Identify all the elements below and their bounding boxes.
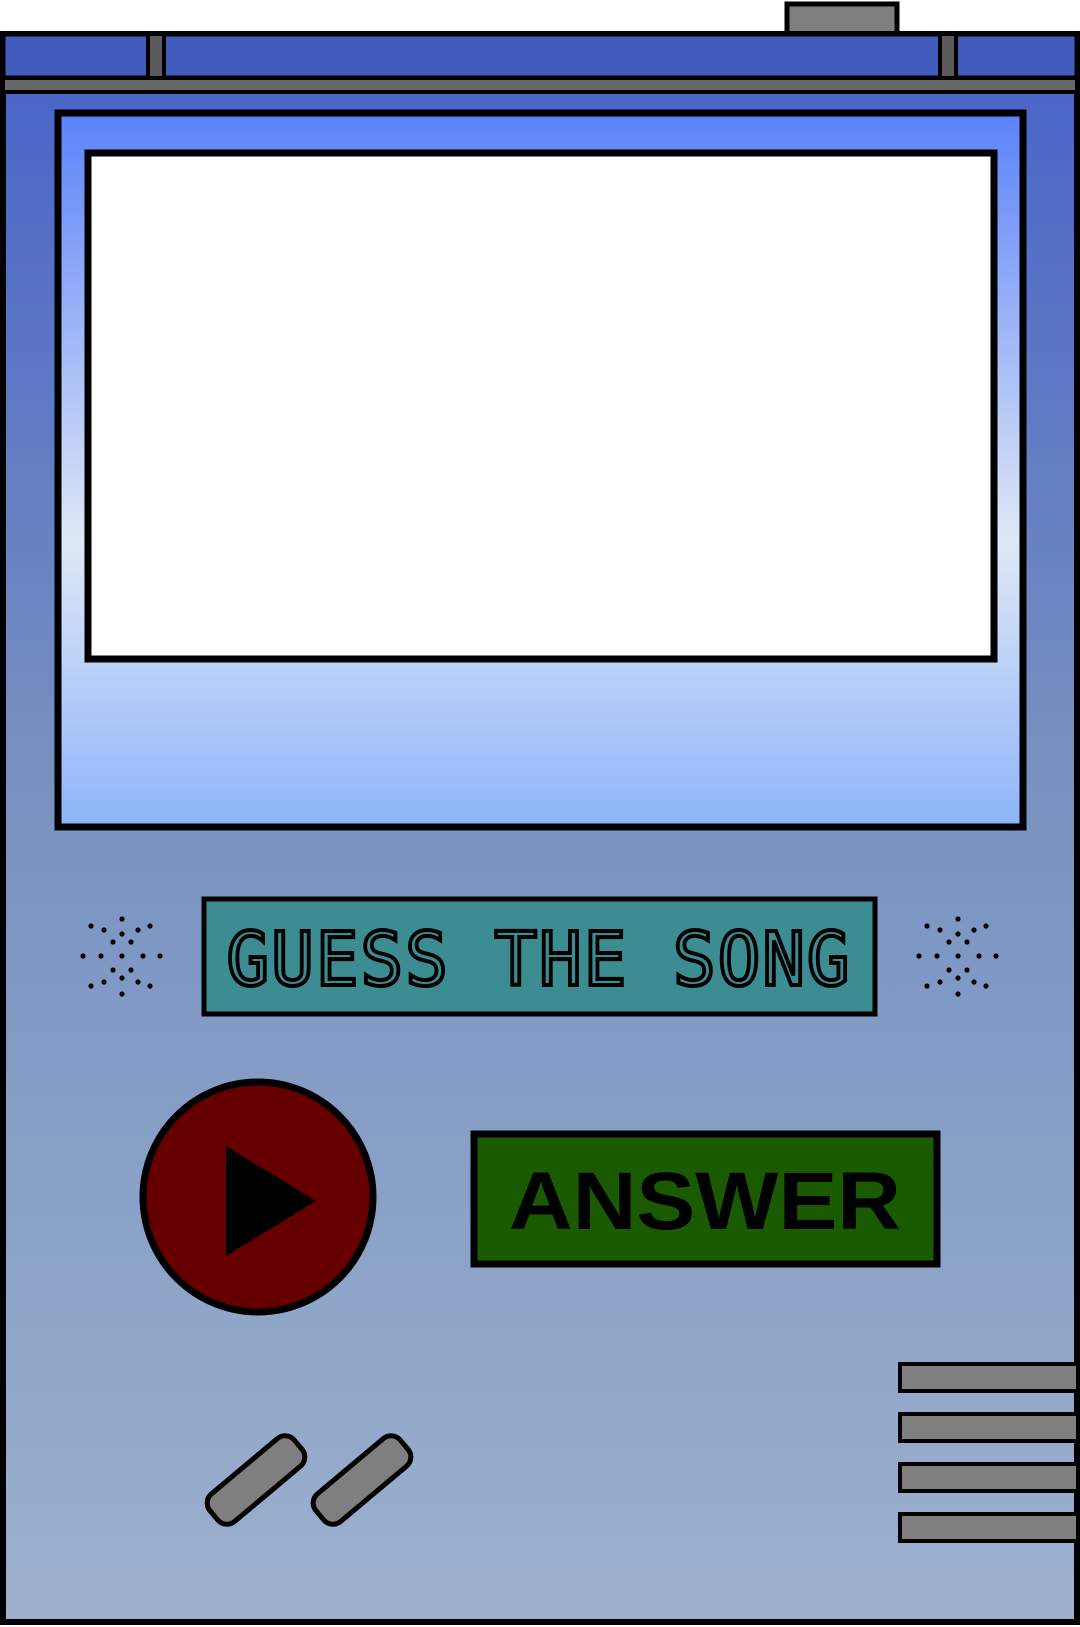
answer-button[interactable]: ANSWER (470, 1130, 941, 1268)
top-rail (1, 76, 1079, 94)
device-illustration: GUESS THE SONG ANSWER (0, 1, 1080, 1625)
answer-button-label: ANSWER (509, 1156, 901, 1247)
top-notch-right (938, 32, 958, 80)
top-notch-left (146, 32, 166, 80)
play-button[interactable] (139, 1078, 377, 1316)
lcd-title-display: GUESS THE SONG (201, 896, 878, 1017)
lcd-title-text: GUESS THE SONG (227, 917, 852, 1003)
game-screen (84, 149, 998, 663)
handheld-device: GUESS THE SONG ANSWER (0, 0, 1080, 1627)
